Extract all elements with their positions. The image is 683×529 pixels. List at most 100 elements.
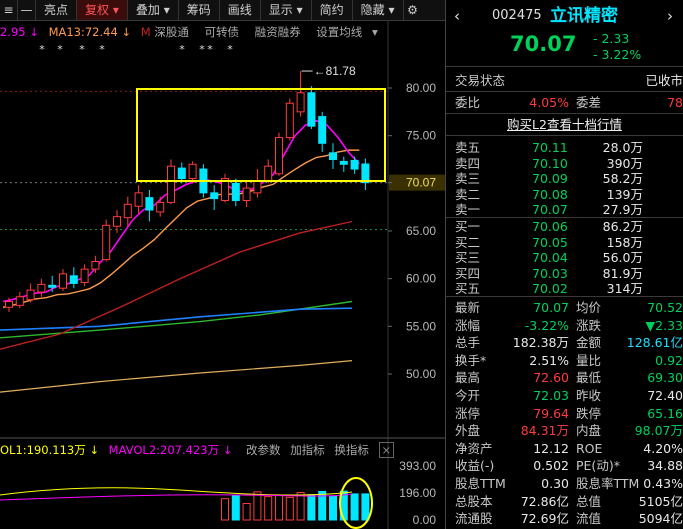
candle-body: [339, 160, 348, 165]
toolbar-simple-button[interactable]: 简约: [312, 0, 353, 20]
stats-row: 流通股 72.69亿 流值 5094亿: [446, 510, 683, 527]
ask-row: 卖三 70.09 58.2万: [446, 170, 683, 187]
toolbar-hide-button[interactable]: 隐藏 ▾: [353, 0, 404, 20]
stats-row: 涨幅 -3.22% 涨跌 ▼2.33: [446, 317, 683, 334]
wc-value: 78: [667, 95, 683, 110]
stat-value: 84.31万: [520, 423, 569, 439]
event-marker: *: [79, 43, 85, 56]
stats-row: 外盘 84.31万 内盘 98.07万: [446, 422, 683, 439]
set-ma-label: 设置均线: [316, 25, 363, 39]
ask-price: 70.07: [532, 202, 568, 217]
candle-body: [123, 203, 132, 219]
stat-label: 最高: [455, 370, 481, 386]
bid-price: 70.06: [532, 219, 568, 234]
add-indicator-button[interactable]: 加指标: [290, 443, 325, 457]
price-axis-label: 75.00: [406, 129, 436, 143]
bid-label: 买二: [455, 234, 481, 250]
close-icon[interactable]: ×: [378, 442, 395, 458]
candle-body: [177, 167, 186, 180]
stat-value: 0.30: [541, 476, 569, 491]
ask-price: 70.08: [532, 186, 568, 202]
toolbar-overlay-button[interactable]: 叠加 ▾: [128, 0, 179, 20]
price-change-pct: - 3.22%: [593, 47, 642, 62]
bid-row: 买五 70.02 314万: [446, 280, 683, 297]
separator: [446, 113, 683, 114]
price-axis-label: 55.00: [406, 319, 436, 333]
trade-status-value: 已收市: [645, 73, 683, 88]
candle-body: [242, 187, 251, 201]
stats-row: 最新 70.07 均价 70.52: [446, 299, 683, 316]
toolbar-highlight[interactable]: 亮点: [36, 0, 78, 20]
volume-bar: [285, 496, 294, 521]
volume-axis-label: 393.00: [399, 459, 436, 473]
candle-body: [102, 224, 111, 261]
back-icon[interactable]: ‹: [454, 4, 460, 28]
stats-row: 收益(-) 0.502 PE(动)* 34.88: [446, 457, 683, 474]
stat-label: 涨停: [455, 405, 481, 421]
price-change: - 2.33: [593, 31, 630, 46]
event-marker: *: [207, 43, 213, 56]
ask-price: 70.10: [532, 155, 568, 171]
stat-value: 34.88: [647, 458, 683, 474]
event-marker: *: [57, 43, 63, 56]
ma13-value: MA13:72.44 ↓: [48, 25, 132, 39]
ask-label: 卖一: [455, 202, 481, 217]
stat-label: 内盘: [576, 423, 602, 439]
separator: [446, 66, 683, 67]
stat-value: -3.22%: [524, 317, 569, 333]
bid-row: 买二 70.05 158万: [446, 234, 683, 251]
price-axis-label: 50.00: [406, 367, 436, 381]
event-marker: *: [179, 43, 185, 56]
gear-icon[interactable]: ⚙: [404, 0, 422, 20]
stock-name: 立讯精密: [550, 6, 618, 26]
l2-link[interactable]: 购买L2查看十档行情: [446, 116, 683, 133]
stat-value: 0.43%: [643, 476, 683, 491]
candle-body: [145, 197, 154, 211]
swap-indicator-button[interactable]: 换指标: [334, 443, 369, 457]
volume-axis-label: 0.00: [413, 513, 437, 527]
wb-value: 4.05%: [529, 95, 569, 110]
minus-icon[interactable]: —: [18, 0, 36, 20]
bid-row: 买四 70.03 81.9万: [446, 265, 683, 282]
stat-label: 外盘: [455, 423, 481, 439]
candle-body: [113, 216, 121, 227]
candle-body: [296, 92, 305, 113]
change-params-button[interactable]: 改参数: [246, 443, 281, 457]
candle-body: [361, 163, 370, 184]
shen-gu-tong-button[interactable]: 深股通: [154, 25, 189, 39]
stat-label: 跌停: [576, 405, 602, 421]
toolbar-display-button[interactable]: 显示 ▾: [261, 0, 312, 20]
stat-value: 182.38万: [512, 335, 569, 351]
toolbar-chips-button[interactable]: 筹码: [179, 0, 220, 20]
convertible-button[interactable]: 可转债: [204, 25, 239, 39]
stat-label: 昨收: [576, 388, 602, 403]
margin-button[interactable]: 融资融券: [255, 25, 301, 39]
chart-toolbar: ≡ — 亮点 复权 ▾ 叠加 ▾ 筹码 画线 显示 ▾ 简约 隐藏 ▾ ⚙: [0, 0, 445, 21]
menu-icon[interactable]: ≡: [0, 0, 18, 20]
stat-label: 涨跌: [576, 317, 602, 333]
set-ma-button[interactable]: 设置均线 ▾: [316, 25, 377, 39]
ask-price: 70.11: [532, 140, 568, 155]
vol-value: OL1:190.113万 ↓: [0, 443, 99, 457]
forward-icon[interactable]: ›: [667, 4, 673, 28]
stats-row: 涨停 79.64 跌停 65.16: [446, 405, 683, 422]
stock-code: 002475: [492, 8, 542, 23]
wb-label: 委比: [455, 95, 481, 110]
stat-value: 72.60: [533, 370, 569, 386]
ask-label: 卖三: [455, 171, 481, 186]
adjust-label: 复权: [85, 3, 110, 17]
stat-value: 70.07: [533, 300, 569, 315]
stats-row: 总股本 72.86亿 总值 5105亿: [446, 493, 683, 510]
last-price: 70.07: [510, 32, 577, 56]
stat-value: 5105亿: [638, 493, 683, 509]
toolbar-adjust-button[interactable]: 复权 ▾: [77, 0, 128, 20]
stat-label: 股息率TTM: [576, 476, 640, 491]
stat-label: PE(动)*: [576, 458, 620, 474]
stats-row: 最高 72.60 最低 69.30: [446, 369, 683, 386]
stat-label: 均价: [576, 300, 602, 315]
bid-label: 买五: [455, 281, 481, 296]
mavol2-value: MAVOL2:207.423万 ↓: [108, 443, 233, 457]
stat-label: ROE: [576, 440, 603, 456]
toolbar-draw-button[interactable]: 画线: [220, 0, 261, 20]
stat-value: 12.12: [533, 440, 569, 456]
